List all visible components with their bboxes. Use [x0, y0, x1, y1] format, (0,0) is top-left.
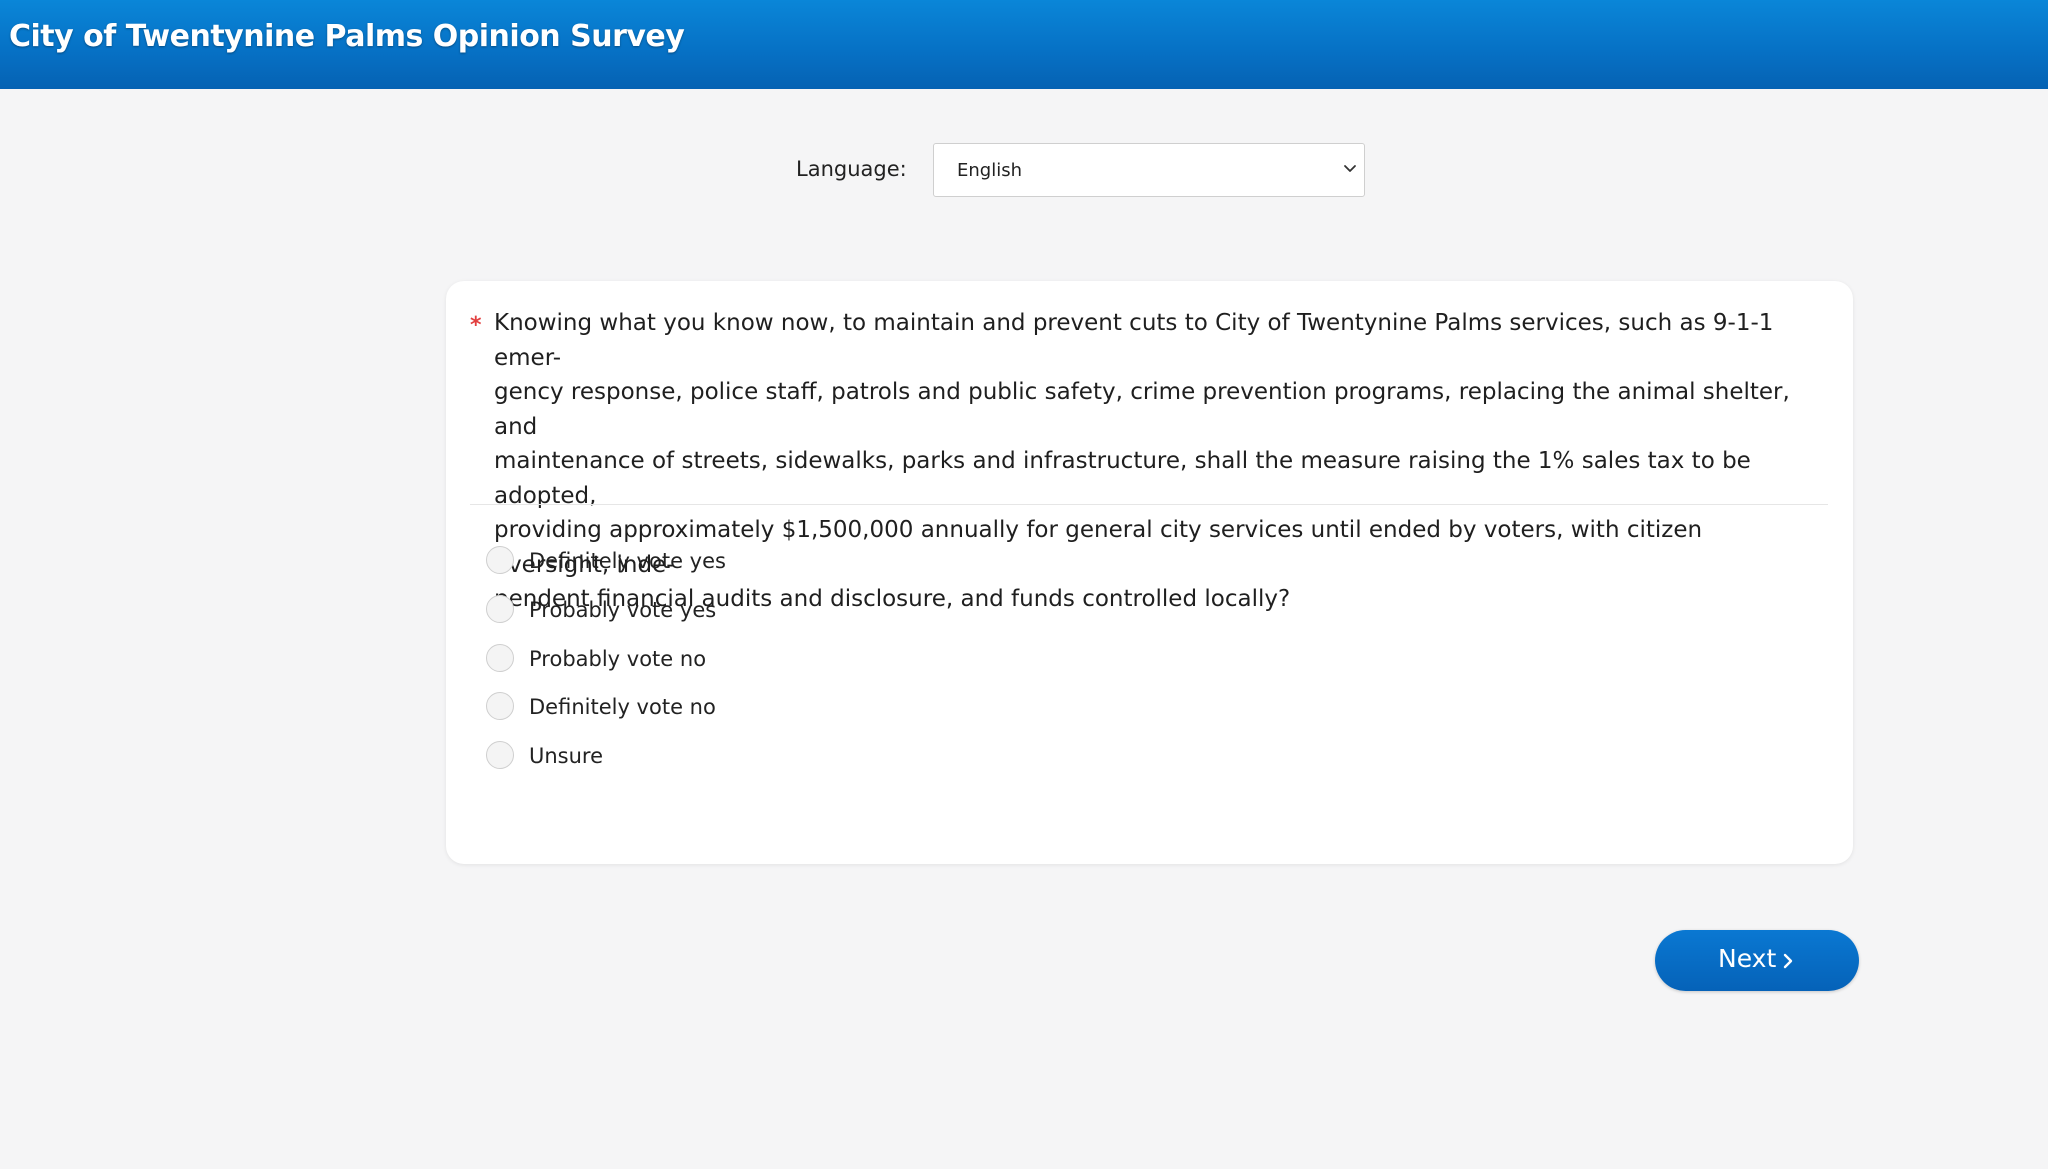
option-label: Definitely vote no — [529, 695, 716, 720]
option-definitely-vote-yes[interactable]: Definitely vote yes — [486, 544, 886, 593]
survey-header: City of Twentynine Palms Opinion Survey — [0, 0, 2048, 89]
language-label: Language: — [796, 157, 907, 181]
divider — [470, 504, 1828, 505]
option-unsure[interactable]: Unsure — [486, 739, 886, 788]
option-probably-vote-yes[interactable]: Probably vote yes — [486, 593, 886, 642]
next-button-label: Next — [1718, 944, 1777, 973]
radio-button[interactable] — [486, 546, 514, 574]
option-label: Probably vote no — [529, 646, 707, 671]
question-line: Knowing what you know now, to maintain a… — [494, 310, 1774, 371]
language-row: Language: English — [0, 143, 2048, 199]
language-selected-value: English — [957, 160, 1022, 181]
radio-button[interactable] — [486, 594, 514, 623]
question-card: * Knowing what you know now, to maintain… — [446, 281, 1853, 864]
chevron-right-icon — [1783, 953, 1793, 969]
radio-button[interactable] — [486, 692, 514, 721]
radio-button[interactable] — [486, 643, 514, 672]
language-select[interactable]: English — [933, 143, 1365, 197]
required-marker: * — [470, 313, 482, 338]
survey-title: City of Twentynine Palms Opinion Survey — [9, 19, 685, 54]
answer-options: Definitely vote yes Probably vote yes Pr… — [486, 544, 886, 788]
option-label: Unsure — [529, 744, 604, 768]
radio-button[interactable] — [486, 741, 514, 769]
next-button[interactable]: Next — [1655, 930, 1859, 991]
option-label: Probably vote yes — [529, 597, 717, 622]
question-line: gency response, police staff, patrols an… — [494, 379, 1790, 440]
chevron-down-icon — [1344, 165, 1356, 172]
option-probably-vote-no[interactable]: Probably vote no — [486, 642, 886, 691]
option-definitely-vote-no[interactable]: Definitely vote no — [486, 690, 886, 739]
option-label: Definitely vote yes — [529, 549, 726, 573]
question-line: maintenance of streets, sidewalks, parks… — [494, 448, 1751, 509]
